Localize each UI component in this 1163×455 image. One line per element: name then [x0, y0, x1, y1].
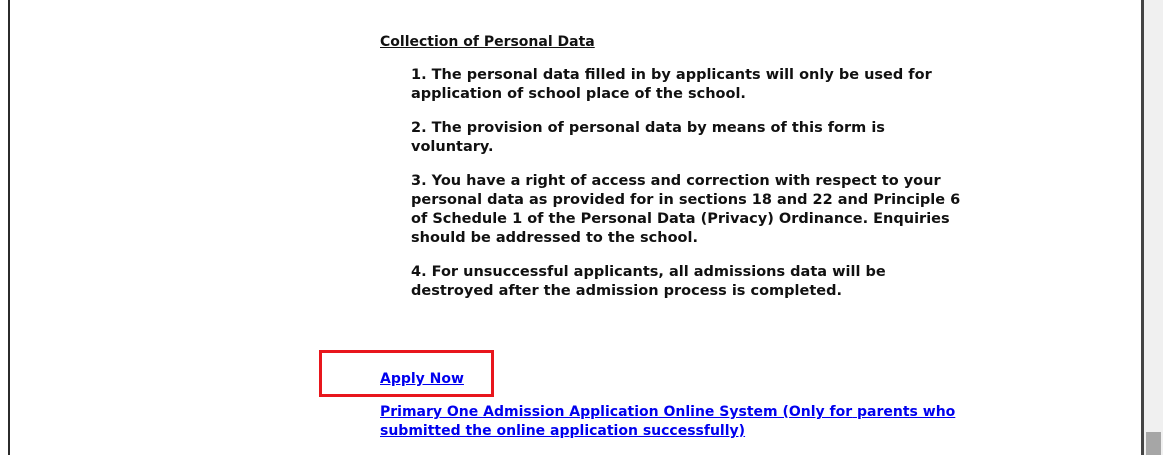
online-system-link-part1: Primary One Admission Application Online… — [380, 404, 853, 420]
notice-point-4: 4. For unsuccessful applicants, all admi… — [411, 264, 886, 299]
notice-point-1: 1. The personal data filled in by applic… — [411, 67, 932, 102]
scrollbar-track[interactable] — [1144, 0, 1163, 455]
notice-points: 1. The personal data filled in by applic… — [380, 66, 971, 301]
personal-data-notice: Collection of Personal Data 1. The perso… — [380, 33, 1000, 316]
notice-point-2: 2. The provision of personal data by mea… — [411, 120, 885, 155]
notice-point-3: 3. You have a right of access and correc… — [411, 173, 961, 246]
notice-heading: Collection of Personal Data — [380, 34, 595, 50]
online-system-link[interactable]: Primary One Admission Application Online… — [380, 403, 980, 441]
apply-now-highlight-box — [319, 350, 494, 397]
scrollbar-thumb[interactable] — [1146, 432, 1161, 455]
left-border — [8, 0, 10, 455]
page-viewport: Collection of Personal Data 1. The perso… — [0, 0, 1163, 455]
